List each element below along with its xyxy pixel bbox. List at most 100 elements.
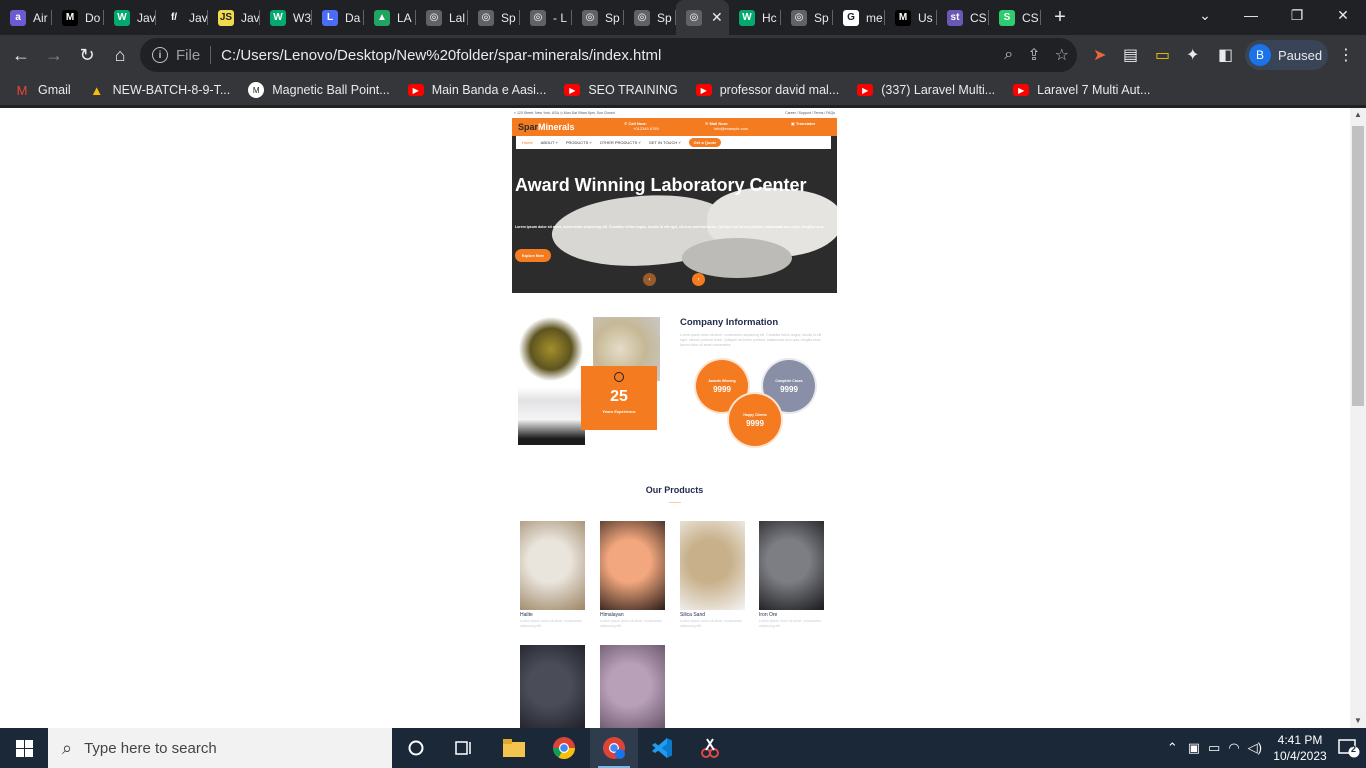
forward-button[interactable]: → bbox=[38, 39, 70, 71]
product-name[interactable]: Himalayan bbox=[600, 612, 665, 618]
volume-icon[interactable]: ◁) bbox=[1248, 740, 1262, 756]
browser-tab[interactable]: W Hc bbox=[729, 0, 781, 35]
taskbar-search[interactable]: ⌕ Type here to search bbox=[48, 728, 392, 768]
browser-tab[interactable]: M Do bbox=[52, 0, 104, 35]
carousel-next-button[interactable]: › bbox=[692, 273, 705, 286]
url-text[interactable]: C:/Users/Lenovo/Desktop/New%20folder/spa… bbox=[221, 47, 661, 64]
vscode-icon[interactable] bbox=[638, 728, 686, 768]
product-image[interactable] bbox=[520, 645, 585, 728]
tab-search-icon[interactable]: ⌄ bbox=[1182, 0, 1228, 30]
product-card[interactable]: Halite Lorem ipsum dolor sit amet, consec… bbox=[520, 521, 585, 629]
product-image[interactable] bbox=[520, 521, 585, 610]
clock[interactable]: 4:41 PM 10/4/2023 bbox=[1268, 732, 1332, 764]
site-info-icon[interactable]: i bbox=[152, 47, 168, 63]
product-card[interactable] bbox=[520, 645, 585, 728]
scroll-down-icon[interactable]: ▼ bbox=[1350, 714, 1366, 728]
product-card[interactable] bbox=[600, 645, 665, 728]
address-bar[interactable]: i File C:/Users/Lenovo/Desktop/New%20fol… bbox=[140, 38, 1077, 72]
bookmark-item[interactable]: ▶ (337) Laravel Multi... bbox=[857, 83, 995, 97]
bookmark-star-icon[interactable]: ☆ bbox=[1055, 45, 1069, 65]
folder-extension-icon[interactable]: ▭ bbox=[1155, 35, 1170, 75]
windows-start-icon[interactable] bbox=[0, 728, 48, 768]
nav-products[interactable]: PRODUCTS ˅ bbox=[566, 140, 592, 145]
file-explorer-icon[interactable] bbox=[490, 728, 538, 768]
explore-more-button[interactable]: Explore More bbox=[515, 249, 551, 262]
browser-tab[interactable]: a Air bbox=[0, 0, 52, 35]
browser-tab[interactable]: ◎ - L bbox=[520, 0, 572, 35]
extensions-puzzle-icon[interactable]: ✦ bbox=[1186, 35, 1199, 75]
share-icon[interactable]: ⇪ bbox=[1027, 45, 1040, 65]
chrome-profile-icon[interactable] bbox=[590, 728, 638, 768]
new-tab-button[interactable]: + bbox=[1045, 6, 1075, 29]
browser-tab[interactable]: st CS bbox=[937, 0, 989, 35]
nav-home[interactable]: Home bbox=[522, 140, 533, 145]
zoom-icon[interactable]: ⌕ bbox=[1004, 46, 1013, 64]
browser-tab[interactable]: ◎ Sp bbox=[468, 0, 520, 35]
page-scrollbar[interactable]: ▲ ▼ bbox=[1350, 108, 1366, 728]
menu-kebab-icon[interactable]: ⋮ bbox=[1338, 35, 1354, 75]
snipping-tool-icon[interactable] bbox=[686, 728, 734, 768]
side-panel-icon[interactable]: ◧ bbox=[1218, 35, 1233, 75]
browser-tab[interactable]: S CS bbox=[989, 0, 1041, 35]
close-tab-icon[interactable]: ✕ bbox=[711, 9, 723, 26]
nav-get-in-touch[interactable]: GET IN TOUCH ˅ bbox=[649, 140, 681, 145]
browser-tab[interactable]: JS Jav bbox=[208, 0, 260, 35]
product-card[interactable]: Iron Ore Lorem ipsum dolor sit amet, cons… bbox=[759, 521, 824, 629]
browser-tab[interactable]: Gme bbox=[833, 0, 885, 35]
nav-about[interactable]: ABOUT ˅ bbox=[541, 140, 558, 145]
task-view-icon[interactable] bbox=[440, 728, 488, 768]
browser-tab[interactable]: L Da bbox=[312, 0, 364, 35]
battery-icon[interactable]: ▭ bbox=[1208, 740, 1220, 756]
scroll-up-icon[interactable]: ▲ bbox=[1350, 108, 1366, 122]
profile-button[interactable]: B Paused bbox=[1245, 40, 1328, 70]
browser-tab[interactable]: ▲ LA bbox=[364, 0, 416, 35]
notes-extension-icon[interactable]: ▤ bbox=[1123, 35, 1138, 75]
product-name[interactable]: Halite bbox=[520, 612, 585, 618]
meet-now-icon[interactable]: ▣ bbox=[1188, 740, 1200, 756]
browser-tab[interactable]: ◎ Sp bbox=[624, 0, 676, 35]
close-window-button[interactable]: ✕ bbox=[1320, 0, 1366, 30]
product-card[interactable]: Himalayan Lorem ipsum dolor sit amet, con… bbox=[600, 521, 665, 629]
browser-tab[interactable]: ◎ Lal bbox=[416, 0, 468, 35]
get-quote-button[interactable]: Get a Quote bbox=[688, 138, 722, 147]
browser-tab[interactable]: W Jav bbox=[104, 0, 156, 35]
carousel-prev-button[interactable]: ‹ bbox=[643, 273, 656, 286]
product-image[interactable] bbox=[600, 521, 665, 610]
brave-extension-icon[interactable]: ➤ bbox=[1093, 35, 1106, 75]
home-button[interactable]: ⌂ bbox=[104, 39, 136, 71]
translator-link[interactable]: ▣ Translator bbox=[791, 121, 815, 126]
bookmark-item[interactable]: ▶ professor david mal... bbox=[695, 83, 839, 97]
bookmark-item[interactable]: M Gmail bbox=[14, 83, 71, 98]
site-logo[interactable]: SparMinerals bbox=[518, 122, 575, 132]
browser-tab[interactable]: W W3 bbox=[260, 0, 312, 35]
topbar-links[interactable]: Career / Support / Terms / FAQs bbox=[785, 111, 835, 115]
product-image[interactable] bbox=[759, 521, 824, 610]
browser-tab[interactable]: ◎ Sp bbox=[781, 0, 833, 35]
bookmark-item[interactable]: ▶ SEO TRAINING bbox=[564, 83, 678, 97]
browser-tab[interactable]: ◎ Sp bbox=[572, 0, 624, 35]
bookmark-item[interactable]: ▲ NEW-BATCH-8-9-T... bbox=[89, 83, 230, 98]
product-image[interactable] bbox=[680, 521, 745, 610]
nav-other-products[interactable]: OTHER PRODUCTS ˅ bbox=[600, 140, 641, 145]
product-name[interactable]: Iron Ore bbox=[759, 612, 824, 618]
stat-clients: Happy Clients 9999 bbox=[727, 392, 783, 448]
scroll-thumb[interactable] bbox=[1352, 126, 1364, 406]
back-button[interactable]: ← bbox=[5, 39, 37, 71]
product-image[interactable] bbox=[600, 645, 665, 728]
notifications-icon[interactable]: 2 bbox=[1332, 728, 1366, 768]
restore-button[interactable]: ❐ bbox=[1274, 0, 1320, 30]
wifi-icon[interactable]: ◠ bbox=[1228, 740, 1239, 756]
browser-tab[interactable]: f/Jav bbox=[156, 0, 208, 35]
browser-tab[interactable]: M Us bbox=[885, 0, 937, 35]
bookmark-item[interactable]: ▶ Laravel 7 Multi Aut... bbox=[1013, 83, 1150, 97]
product-name[interactable]: Silica Sand bbox=[680, 612, 745, 618]
minimize-button[interactable]: — bbox=[1228, 0, 1274, 30]
product-card[interactable]: Silica Sand Lorem ipsum dolor sit amet, c… bbox=[680, 521, 745, 629]
browser-tab[interactable]: ◎ ✕ bbox=[676, 0, 729, 35]
bookmark-item[interactable]: M Magnetic Ball Point... bbox=[248, 82, 390, 98]
bookmark-item[interactable]: ▶ Main Banda e Aasi... bbox=[407, 83, 546, 97]
chrome-icon[interactable] bbox=[540, 728, 588, 768]
reload-button[interactable]: ↻ bbox=[71, 39, 103, 71]
tray-expand-icon[interactable]: ⌃ bbox=[1167, 740, 1178, 756]
cortana-icon[interactable] bbox=[392, 728, 440, 768]
